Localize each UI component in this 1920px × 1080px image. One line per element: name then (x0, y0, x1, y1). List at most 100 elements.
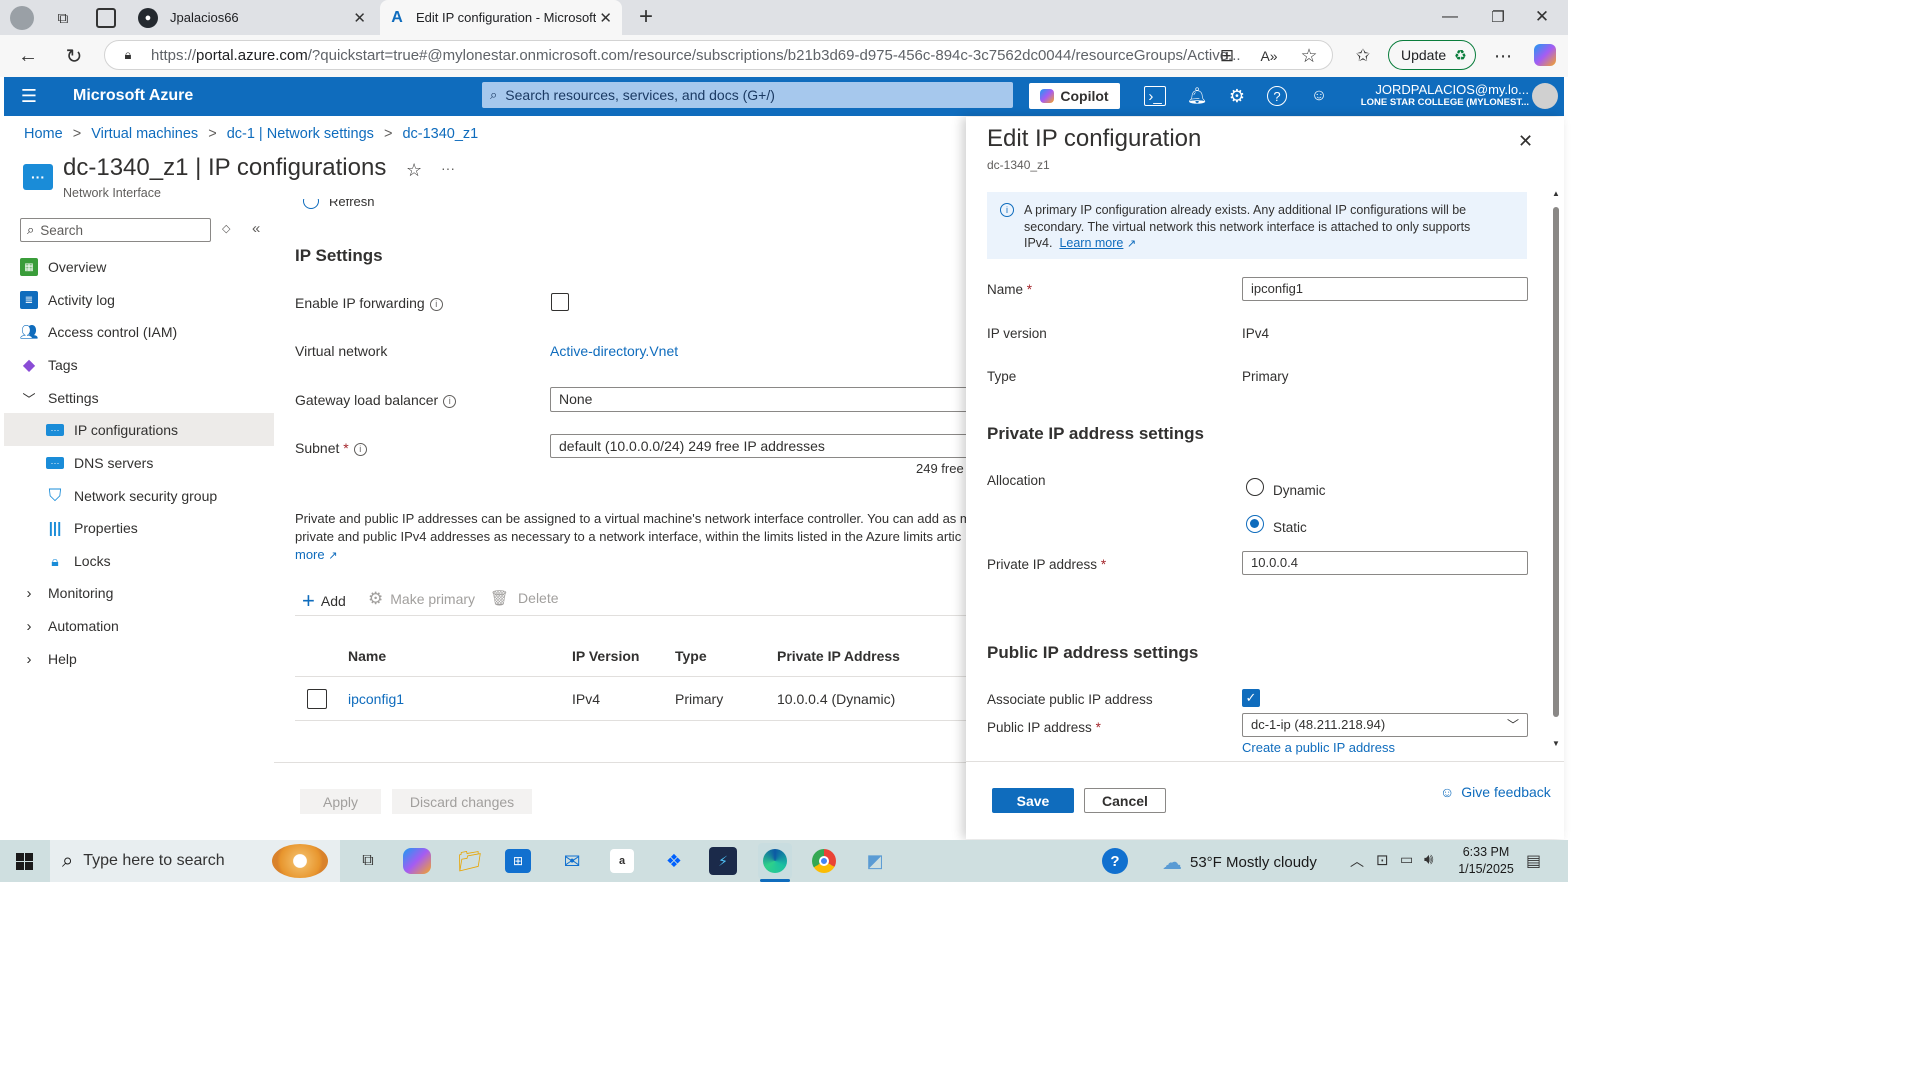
global-search-input[interactable]: ⌕ Search resources, services, and docs (… (482, 82, 1013, 108)
dropbox-icon[interactable]: ❖ (658, 846, 690, 876)
sidebar-item-tags[interactable]: ◆ Tags (20, 349, 78, 381)
discard-changes-button[interactable]: Discard changes (392, 789, 532, 814)
apps-icon[interactable]: ⊞ (1216, 45, 1238, 67)
workspaces-icon[interactable]: ⧉ (52, 8, 74, 28)
sidebar-item-network-security-group[interactable]: ⛉ Network security group (46, 480, 218, 512)
associate-public-ip-checkbox[interactable]: ✓ (1242, 689, 1260, 707)
info-icon[interactable]: i (353, 442, 367, 456)
tab-edit-ip-configuration[interactable]: A Edit IP configuration - Microsoft A ✕ (380, 0, 622, 35)
close-window-icon[interactable]: ✕ (1532, 7, 1552, 27)
update-button[interactable]: Update ♻ (1388, 40, 1476, 70)
back-icon[interactable]: ← (16, 44, 40, 68)
allocation-static-radio[interactable] (1246, 515, 1264, 533)
sidebar-item-monitoring[interactable]: › Monitoring (20, 577, 114, 609)
weather-widget[interactable]: ☁ 53°F Mostly cloudy (1162, 850, 1317, 875)
minimize-icon[interactable]: — (1440, 7, 1460, 27)
amazon-icon[interactable]: a (610, 849, 634, 873)
close-icon[interactable]: ✕ (1518, 131, 1533, 152)
favorite-star-icon[interactable]: ☆ (1298, 45, 1320, 67)
help-icon[interactable]: ? (1102, 848, 1128, 874)
column-header-name[interactable]: Name (348, 648, 386, 664)
tab-actions-icon[interactable] (96, 8, 116, 28)
allocation-dynamic-label[interactable]: Dynamic (1273, 483, 1326, 498)
sidebar-item-overview[interactable]: ▦ Overview (20, 251, 106, 283)
store-icon[interactable]: ⊞ (505, 849, 531, 873)
new-tab-icon[interactable]: + (634, 3, 658, 30)
volume-icon[interactable]: 🔊︎ (1424, 851, 1433, 868)
row-checkbox[interactable] (307, 689, 327, 709)
edge-icon[interactable] (758, 843, 792, 879)
breadcrumb-network-settings[interactable]: dc-1 | Network settings (227, 126, 374, 142)
file-explorer-icon[interactable]: 📁︎ (454, 846, 486, 876)
sidebar-item-access-control[interactable]: 👥︎ Access control (IAM) (19, 316, 177, 348)
refresh-button[interactable]: Refresh (295, 199, 415, 216)
breadcrumb-home[interactable]: Home (24, 126, 63, 142)
sidebar-item-settings[interactable]: ﹀ Settings (20, 382, 98, 414)
more-icon[interactable]: ⋯ (1492, 45, 1514, 67)
row-name-link[interactable]: ipconfig1 (348, 691, 404, 707)
virtual-network-link[interactable]: Active-directory.Vnet (550, 343, 678, 359)
refresh-icon[interactable]: ↻ (62, 44, 86, 68)
avatar[interactable] (1532, 83, 1558, 109)
sidebar-item-activity-log[interactable]: ≣ Activity log (20, 284, 115, 316)
gateway-load-balancer-select[interactable]: None (550, 387, 970, 412)
restore-icon[interactable]: ❐ (1488, 7, 1508, 27)
copilot-taskbar-icon[interactable] (403, 848, 431, 874)
taskbar-search-input[interactable]: ⌕ Type here to search (50, 840, 340, 882)
close-tab-icon[interactable]: ✕ (353, 9, 366, 27)
sidebar-item-locks[interactable]: 🔒︎ Locks (46, 545, 110, 577)
more-actions-icon[interactable]: ··· (441, 160, 455, 176)
sidebar-item-properties[interactable]: ||| Properties (46, 512, 138, 544)
table-row[interactable]: ipconfig1 IPv4 Primary 10.0.0.4 (Dynamic… (295, 677, 966, 720)
favorites-icon[interactable]: ✩ (1352, 45, 1374, 67)
hamburger-menu-icon[interactable]: ☰ (18, 86, 40, 106)
brand-title[interactable]: Microsoft Azure (73, 87, 193, 105)
help-icon[interactable]: ? (1267, 86, 1287, 106)
scrollbar-thumb[interactable] (1553, 207, 1559, 717)
expand-collapse-icon[interactable]: ◇ (222, 222, 230, 235)
sidebar-item-automation[interactable]: › Automation (20, 610, 119, 642)
allocation-dynamic-radio[interactable] (1246, 478, 1264, 496)
cloud-shell-icon[interactable]: ›_ (1144, 86, 1166, 106)
collapse-sidebar-icon[interactable]: « (252, 220, 260, 237)
account-info[interactable]: JORDPALACIOS@my.lo... LONE STAR COLLEGE … (1359, 82, 1529, 108)
windows-start-icon[interactable] (16, 853, 33, 870)
sidebar-item-help[interactable]: › Help (20, 643, 77, 675)
mail-icon[interactable]: ✉ (556, 846, 588, 876)
read-aloud-icon[interactable]: A» (1258, 45, 1280, 67)
tab-github[interactable]: ● Jpalacios66 ✕ (128, 0, 378, 35)
allocation-static-label[interactable]: Static (1273, 520, 1307, 535)
battery-icon[interactable]: ▭ (1400, 851, 1413, 868)
add-button[interactable]: + Add (302, 588, 346, 614)
sidebar-search-input[interactable]: ⌕ Search (20, 218, 211, 242)
copilot-icon[interactable] (1534, 44, 1556, 66)
tray-app-icon[interactable]: ⊡ (1376, 851, 1389, 869)
delete-button[interactable]: 🗑︎ Delete (490, 589, 559, 607)
info-icon[interactable]: i (443, 394, 457, 408)
scroll-down-icon[interactable]: ▼ (1552, 739, 1560, 748)
task-view-icon[interactable]: ⧉ (352, 846, 384, 876)
make-primary-button[interactable]: ⚙ Make primary (368, 589, 475, 609)
column-header-private-ip[interactable]: Private IP Address (777, 648, 900, 664)
chevron-up-icon[interactable]: ︿ (1350, 851, 1364, 871)
give-feedback-link[interactable]: ☺ Give feedback (1440, 784, 1551, 800)
close-tab-icon[interactable]: ✕ (599, 9, 612, 27)
notifications-bell-icon[interactable]: 🔔︎ (1186, 86, 1208, 106)
private-ip-field[interactable]: 10.0.0.4 (1242, 551, 1528, 575)
copilot-button[interactable]: Copilot (1029, 83, 1120, 109)
chrome-icon[interactable] (808, 846, 840, 876)
apply-button[interactable]: Apply (300, 789, 381, 814)
subnet-select[interactable]: default (10.0.0.0/24) 249 free IP addres… (550, 434, 970, 458)
breadcrumb-virtual-machines[interactable]: Virtual machines (91, 126, 198, 142)
rdp-icon[interactable]: ◩ (859, 846, 891, 876)
url-field[interactable]: 🔒︎ https://portal.azure.com/?quickstart=… (104, 40, 1333, 70)
settings-gear-icon[interactable]: ⚙ (1226, 86, 1248, 106)
create-public-ip-link[interactable]: Create a public IP address (1242, 740, 1395, 755)
profile-avatar[interactable] (10, 6, 34, 30)
enable-ip-forwarding-checkbox[interactable] (551, 293, 569, 311)
sidebar-item-dns-servers[interactable]: ··· DNS servers (46, 447, 153, 479)
sidebar-item-ip-configurations[interactable]: ··· IP configurations (46, 414, 178, 446)
favorite-star-icon[interactable]: ☆ (406, 160, 422, 181)
notifications-icon[interactable]: ▤ (1526, 851, 1541, 871)
powershell-icon[interactable]: ⚡︎ (709, 847, 737, 875)
